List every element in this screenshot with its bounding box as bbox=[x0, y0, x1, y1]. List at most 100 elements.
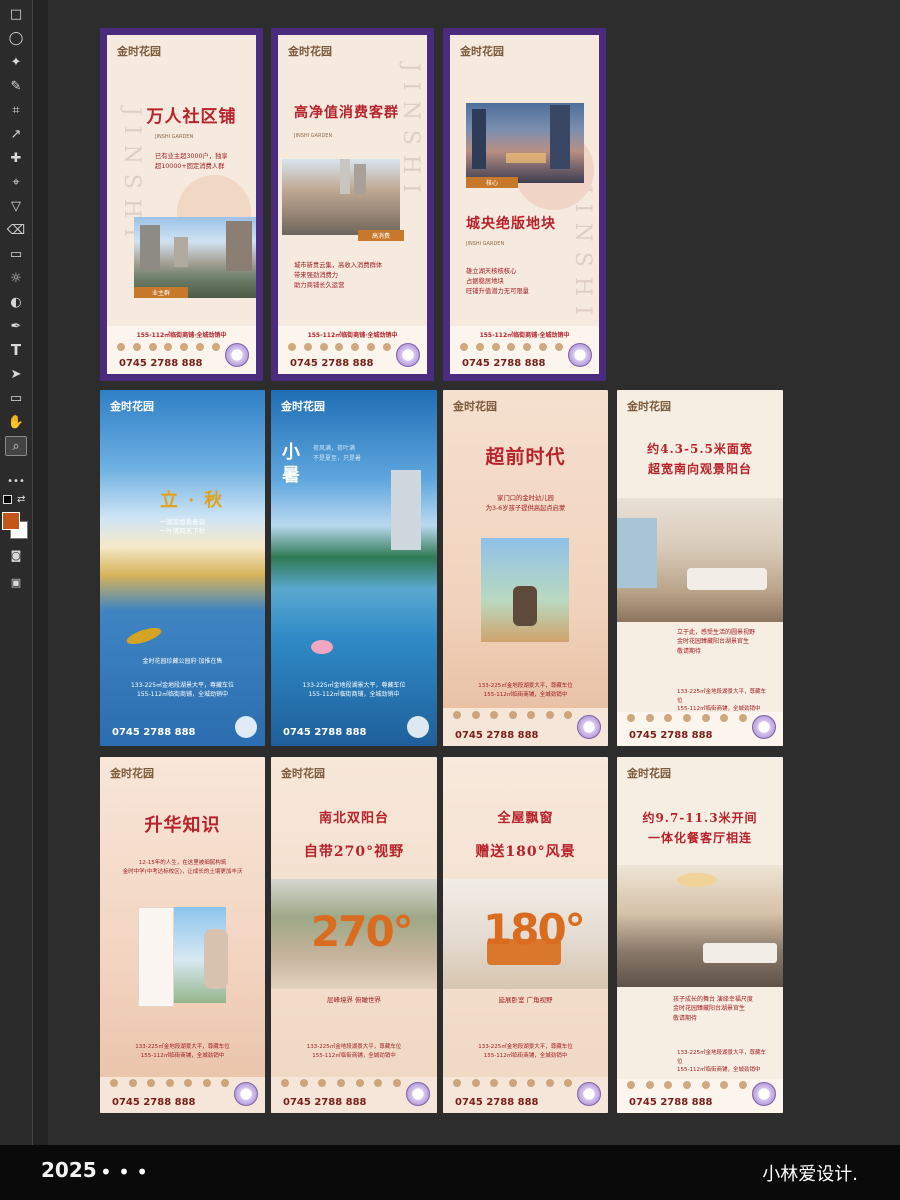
hand-tool-icon[interactable]: ✋ bbox=[5, 412, 27, 432]
selection-tool-icon[interactable]: ➤ bbox=[5, 364, 27, 384]
angle-number: 180° bbox=[483, 905, 586, 954]
poster-body: 已有业主超3000户，独享 超10000+固定消费人群 bbox=[155, 153, 228, 170]
promo-text: 133-225㎡金地段湖景大平，尊藏车位 155-112㎡临街商铺，全城劲销中 bbox=[478, 683, 573, 698]
service-icons bbox=[110, 1079, 229, 1090]
poster-headline: 全屋飘窗 bbox=[497, 811, 554, 826]
poster-central-plot[interactable]: 金时花园 JINSHI 核心 城央绝版地块 JINSHI GARDEN 雄立湖天… bbox=[443, 28, 606, 381]
hotline-number: 0745 2788 888 bbox=[119, 358, 203, 369]
quick-mask-icon[interactable]: ◙ bbox=[5, 545, 27, 565]
poster-south-balcony[interactable]: 金时花园 约4.3-5.5米面宽 超宽南向观景阳台 立于此，感受生活的圆景视野金… bbox=[617, 390, 783, 746]
type-tool-icon[interactable]: T bbox=[5, 340, 27, 360]
poster-tagline: 层峰境界 俯瞰世界 bbox=[326, 996, 382, 1004]
brush-tool-icon[interactable]: ✎ bbox=[5, 76, 27, 96]
promo-text: 133-225㎡金地段湖景大平，尊藏车位 155-112㎡临街商铺，全城劲销中 bbox=[306, 1044, 402, 1059]
photo-badge: 业主群 bbox=[134, 287, 188, 298]
reading-girl-figure bbox=[204, 929, 228, 989]
developer-seal-icon bbox=[752, 715, 776, 739]
foreground-color-swatch[interactable] bbox=[2, 512, 20, 530]
poster-footer: 155-112㎡临街商铺·全城劲销中 0745 2788 888 bbox=[278, 326, 427, 374]
more-options-icon[interactable]: • • • bbox=[100, 1160, 148, 1184]
poster-start-of-autumn[interactable]: 金时花园 立·秋 一湖凉悠看意远 一叶落知天下秋 金时花园珍藏公园府·加推在售 1… bbox=[100, 390, 265, 746]
poster-open-living-room[interactable]: 金时花园 约9.7-11.3米开间 一体化餐客厅相连 孩子成长的舞台 演绎幸福尺… bbox=[617, 757, 783, 1113]
poster-caption: 金时花园珍藏公园府·加推在售 bbox=[142, 658, 223, 665]
service-icons bbox=[453, 1079, 572, 1090]
hotline-number: 0745 2788 888 bbox=[455, 1097, 539, 1108]
project-logo: 金时花园 bbox=[453, 400, 497, 413]
promo-text: 133-225㎡金地段湖景大平，尊藏车位 155-112㎡临街商铺，全城劲销中 bbox=[302, 682, 406, 698]
project-logo: 金时花园 bbox=[110, 767, 154, 780]
default-colors-icon[interactable] bbox=[3, 495, 12, 504]
poster-headline: 超前时代 bbox=[485, 446, 566, 468]
crop-tool-icon[interactable]: ⌗ bbox=[5, 100, 27, 120]
poster-ahead-of-time[interactable]: 金时花园 超前时代 家门口的金时幼儿园 为3-6岁孩子提供高起点启蒙 133-22… bbox=[443, 390, 608, 746]
poster-elevate-knowledge[interactable]: 金时花园 升华知识 12-15年的人生，在这里被细腻构筑 金时中学(中考达标校区)… bbox=[100, 757, 265, 1113]
promo-text: 133-225㎡金地段湖景大平，尊藏车位 155-112㎡临街商铺，全城劲销中 bbox=[677, 689, 766, 713]
poster-headline: 升华知识 bbox=[144, 815, 221, 836]
poster-body: 孩子成长的舞台 演绎幸福尺度 金时花园臻藏阳台湖景官生 敬请期待 bbox=[673, 996, 753, 1022]
poster-footer: 155-112㎡临街商铺·全城劲销中 0745 2788 888 bbox=[107, 326, 256, 374]
service-icons bbox=[117, 343, 220, 354]
poster-headline: 立·秋 bbox=[160, 490, 233, 511]
vertical-ruler bbox=[32, 0, 48, 1145]
project-logo: 金时花园 bbox=[288, 45, 332, 58]
vertical-brand-text: JINSHI bbox=[398, 63, 423, 203]
paint-tool-icon[interactable]: ▽ bbox=[5, 196, 27, 216]
project-logo: 金时花园 bbox=[627, 400, 671, 413]
document-canvas[interactable]: 金时花园 JINSHI 万人社区铺 JINSHI GARDEN 已有业主超300… bbox=[48, 0, 900, 1145]
zoom-tool-icon[interactable]: ⌕ bbox=[5, 436, 27, 456]
developer-seal-icon bbox=[407, 716, 429, 738]
lotus-icon bbox=[311, 640, 333, 654]
marquee-tool-icon[interactable]: □ bbox=[5, 4, 27, 24]
lasso-tool-icon[interactable]: ◯ bbox=[5, 28, 27, 48]
heal-tool-icon[interactable]: ✚ bbox=[5, 148, 27, 168]
poster-background: 金时花园 JINSHI 高净值消费客群 JINSHI GARDEN 高消费 城市… bbox=[278, 35, 427, 374]
poster-subheadline: 一体化餐客厅相连 bbox=[647, 831, 752, 845]
more-tools-icon[interactable]: ••• bbox=[5, 472, 27, 492]
poster-high-value-customers[interactable]: 金时花园 JINSHI 高净值消费客群 JINSHI GARDEN 高消费 城市… bbox=[271, 28, 434, 381]
poster-background: 金时花园 JINSHI 核心 城央绝版地块 JINSHI GARDEN 雄立湖天… bbox=[450, 35, 599, 374]
poster-body: 城市新贵云集，高收入消费群体 带来强劲消费力 助力商铺长久运营 bbox=[294, 262, 383, 289]
maple-leaf-icon bbox=[125, 624, 163, 648]
tools-panel: □ ◯ ✦ ✎ ⌗ ↗ ✚ ⌖ ▽ ⌫ ▭ ☼ ◐ ✒ T ➤ ▭ ✋ ⌕ ••… bbox=[0, 0, 48, 1145]
eyedropper-tool-icon[interactable]: ↗ bbox=[5, 124, 27, 144]
promo-text: 155-112㎡临街商铺·全城劲销中 bbox=[136, 332, 227, 339]
dining-living-photo bbox=[617, 865, 783, 987]
stamp-tool-icon[interactable]: ⌖ bbox=[5, 172, 27, 192]
poster-body: 雄立湖天核核核心 占据稳居地块 旺铺升值潜力无可限量 bbox=[466, 268, 529, 295]
hotline-number: 0745 2788 888 bbox=[283, 727, 367, 738]
developer-seal-icon bbox=[234, 1082, 258, 1106]
project-logo: 金时花园 bbox=[117, 45, 161, 58]
poster-dual-balcony[interactable]: 金时花园 南北双阳台 自带270°视野 270° 层峰境界 俯瞰世界 133-2… bbox=[271, 757, 437, 1113]
screen-mode-icon[interactable]: ▣ bbox=[5, 572, 27, 592]
poster-body: 立于此，感受生活的圆景视野 金时花园臻藏阳台湖景官生 敬请期待 bbox=[677, 629, 756, 655]
developer-seal-icon bbox=[752, 1082, 776, 1106]
service-icons bbox=[627, 714, 747, 725]
photo-badge: 核心 bbox=[466, 177, 518, 188]
poster-headline: 约9.7-11.3米开间 bbox=[642, 811, 758, 825]
hotline-number: 0745 2788 888 bbox=[462, 358, 546, 369]
poster-footer: 0745 2788 888 bbox=[617, 1079, 783, 1113]
eraser-tool-icon[interactable]: ⌫ bbox=[5, 220, 27, 240]
angle-number: 270° bbox=[311, 907, 414, 956]
poster-footer: 155-112㎡临街商铺·全城劲销中 0745 2788 888 bbox=[450, 326, 599, 374]
poster-footer: 0745 2788 888 bbox=[271, 1077, 437, 1113]
poster-community-shop[interactable]: 金时花园 JINSHI 万人社区铺 JINSHI GARDEN 已有业主超300… bbox=[100, 28, 263, 381]
poster-bay-window[interactable]: 全屋飘窗 赠送180°风景 180° 延展卧室 广角视野 133-225㎡金地段… bbox=[443, 757, 608, 1113]
magic-wand-tool-icon[interactable]: ✦ bbox=[5, 52, 27, 72]
poster-minor-heat[interactable]: 金时花园 小暑 荷风满，荷叶满 不是夏至，只是暑 133-225㎡金地段湖景大平，… bbox=[271, 390, 437, 746]
poster-headline: 约4.3-5.5米面宽 bbox=[647, 442, 753, 456]
photo-badge: 高消费 bbox=[358, 230, 404, 241]
poster-tagline: 延展卧室 广角视野 bbox=[498, 996, 553, 1004]
promo-text: 133-225㎡金地段湖景大平，尊藏车位 155-112㎡临街商铺，全城劲销中 bbox=[677, 1050, 766, 1074]
pen-tool-icon[interactable]: ✒ bbox=[5, 316, 27, 336]
smudge-tool-icon[interactable]: ☼ bbox=[5, 268, 27, 288]
swap-colors-icon[interactable]: ⇄ bbox=[17, 494, 25, 505]
hotline-number: 0745 2788 888 bbox=[455, 730, 539, 741]
poster-headline: 高净值消费客群 bbox=[294, 105, 399, 121]
poster-headline: 万人社区铺 bbox=[146, 107, 237, 127]
rectangle-tool-icon[interactable]: ▭ bbox=[5, 388, 27, 408]
dodge-tool-icon[interactable]: ◐ bbox=[5, 292, 27, 312]
poster-body: 12-15年的人生，在这里被细腻构筑 金时中学(中考达标校区)，让成长的土壤更加丰… bbox=[122, 860, 243, 875]
poster-footer: 0745 2788 888 bbox=[100, 1077, 265, 1113]
gradient-tool-icon[interactable]: ▭ bbox=[5, 244, 27, 264]
